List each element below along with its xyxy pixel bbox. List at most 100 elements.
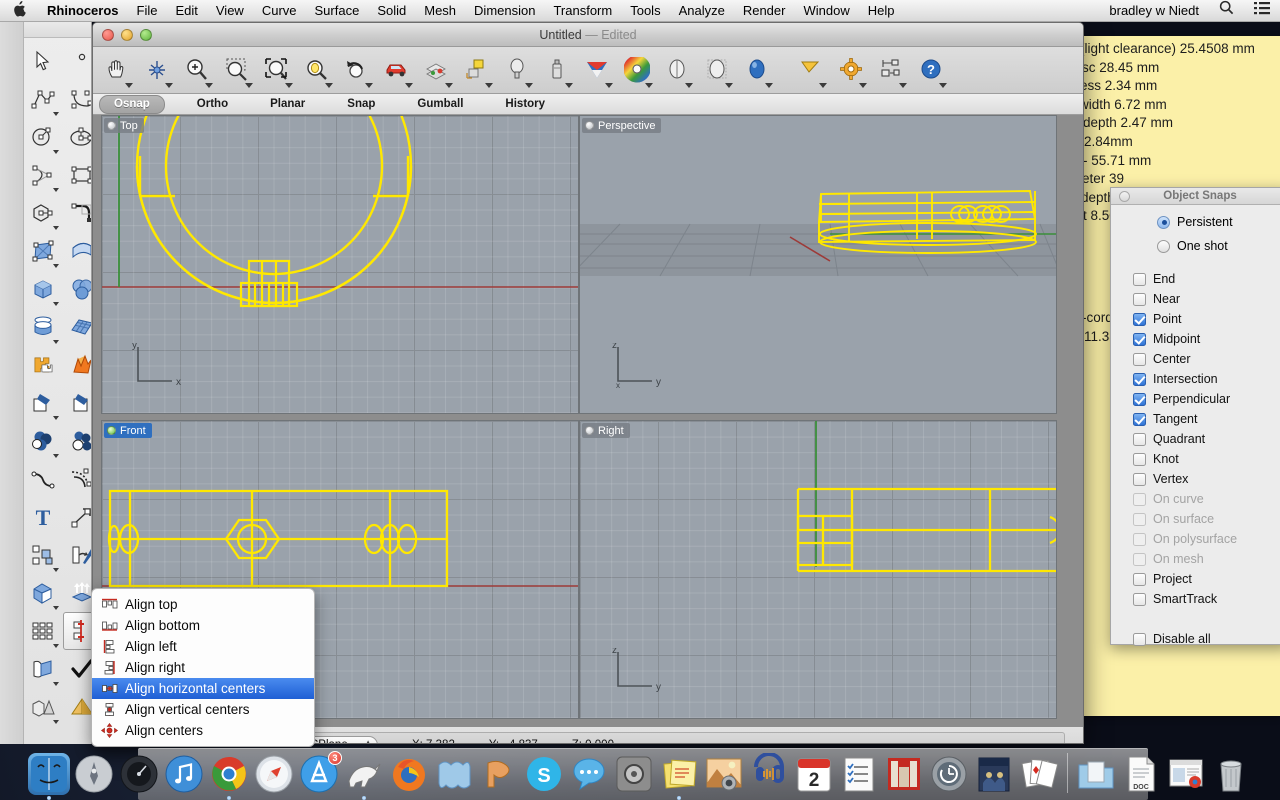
- viewport-tab-right[interactable]: Right: [582, 423, 630, 438]
- zoom-tool[interactable]: [177, 49, 217, 91]
- object-snaps-panel[interactable]: Object Snaps Persistent One shot End Nea…: [1110, 187, 1280, 646]
- flyout-arrow-icon[interactable]: [53, 112, 59, 116]
- osnap-midpoint[interactable]: Midpoint: [1111, 329, 1280, 349]
- solid-edit-tool[interactable]: [24, 574, 62, 612]
- rectangle-tool[interactable]: [63, 156, 91, 194]
- offset-curve-tool[interactable]: [63, 460, 91, 498]
- window-titlebar[interactable]: Untitled — Edited: [93, 23, 1083, 47]
- flyout-arrow-icon[interactable]: [445, 83, 453, 88]
- check-tool[interactable]: [63, 650, 91, 688]
- ellipse-tool[interactable]: [63, 118, 91, 156]
- zoom-dynamic-tool[interactable]: [217, 49, 257, 91]
- flyout-arrow-icon[interactable]: [325, 83, 333, 88]
- checkbox-icon[interactable]: [1133, 472, 1146, 486]
- point-tool[interactable]: [63, 42, 91, 80]
- dock-iphoto[interactable]: [703, 753, 745, 795]
- osnap-knot[interactable]: Knot: [1111, 449, 1280, 469]
- viewport-right[interactable]: Right z y: [579, 420, 1057, 719]
- boolean-difference-tool[interactable]: [63, 422, 91, 460]
- menu-mesh[interactable]: Mesh: [415, 0, 465, 22]
- fillet-curve-tool[interactable]: [63, 194, 91, 232]
- layers-tool[interactable]: [417, 49, 457, 91]
- rotate-view-tool[interactable]: [137, 49, 177, 91]
- checkbox-icon[interactable]: [1133, 632, 1146, 646]
- checkbox-icon[interactable]: [1133, 272, 1146, 286]
- dimension-tool[interactable]: [871, 49, 911, 91]
- flyout-arrow-icon[interactable]: [365, 83, 373, 88]
- dock-skype[interactable]: S: [523, 753, 565, 795]
- dock-firefox[interactable]: [388, 753, 430, 795]
- main-toolbar[interactable]: ?: [93, 47, 1083, 94]
- dock-rhinoceros[interactable]: [343, 753, 385, 800]
- object-snaps-header[interactable]: Object Snaps: [1111, 188, 1280, 205]
- dock-calendar[interactable]: 2: [793, 753, 835, 795]
- osnap-near[interactable]: Near: [1111, 289, 1280, 309]
- select-tool[interactable]: [24, 42, 62, 80]
- checkbox-icon[interactable]: [1133, 432, 1146, 446]
- dock-itunes[interactable]: [163, 753, 205, 795]
- curve-control-points-tool[interactable]: [63, 80, 91, 118]
- shade-tool[interactable]: [657, 49, 697, 91]
- menu-bar-user[interactable]: bradley w Niedt: [1099, 0, 1209, 22]
- osnap-vertex[interactable]: Vertex: [1111, 469, 1280, 489]
- help-tool[interactable]: ?: [911, 49, 951, 91]
- align-context-menu[interactable]: Align top Align bottom Align left Align …: [91, 588, 315, 747]
- osnap-toggle-snap[interactable]: Snap: [337, 96, 385, 113]
- viewport-top[interactable]: Top y x: [101, 115, 579, 414]
- flyout-arrow-icon[interactable]: [245, 83, 253, 88]
- menu-view[interactable]: View: [207, 0, 253, 22]
- cone-box-tool[interactable]: [24, 688, 62, 726]
- flyout-arrow-icon[interactable]: [819, 83, 827, 88]
- dock-items[interactable]: 3 S 2 DOC: [28, 751, 1252, 800]
- osnap-toggle-planar[interactable]: Planar: [260, 96, 315, 113]
- dock-launchpad[interactable]: [73, 753, 115, 795]
- dock-app-store[interactable]: 3: [298, 751, 342, 795]
- split-tool[interactable]: [63, 384, 91, 422]
- checkbox-icon[interactable]: [1133, 312, 1146, 326]
- flyout-arrow-icon[interactable]: [53, 150, 59, 154]
- polyline-tool[interactable]: [24, 80, 62, 118]
- macos-dock[interactable]: 3 S 2 DOC: [0, 742, 1280, 800]
- unroll-tool[interactable]: [24, 650, 62, 688]
- options-tool[interactable]: [831, 49, 871, 91]
- flyout-arrow-icon[interactable]: [165, 83, 173, 88]
- checkbox-icon[interactable]: [1133, 352, 1146, 366]
- flyout-arrow-icon[interactable]: [285, 83, 293, 88]
- menu-transform[interactable]: Transform: [544, 0, 621, 22]
- osnap-center[interactable]: Center: [1111, 349, 1280, 369]
- rendered-tool[interactable]: [737, 49, 777, 91]
- puzzle-boolean-tool[interactable]: [24, 346, 62, 384]
- menu-analyze[interactable]: Analyze: [670, 0, 734, 22]
- menu-item-align-left[interactable]: Align left: [92, 636, 314, 657]
- flyout-arrow-icon[interactable]: [53, 340, 59, 344]
- explode-tool[interactable]: [63, 346, 91, 384]
- checkbox-icon[interactable]: [1133, 292, 1146, 306]
- dock-safari[interactable]: [253, 753, 295, 795]
- osnap-point[interactable]: Point: [1111, 309, 1280, 329]
- menu-surface[interactable]: Surface: [306, 0, 369, 22]
- menu-item-align-centers[interactable]: Align centers: [92, 720, 314, 741]
- osnap-toggle-osnap[interactable]: Osnap: [99, 94, 165, 114]
- dock-trash[interactable]: [1210, 753, 1252, 795]
- checkbox-icon[interactable]: [1133, 452, 1146, 466]
- menu-dimension[interactable]: Dimension: [465, 0, 544, 22]
- flyout-arrow-icon[interactable]: [53, 454, 59, 458]
- viewport-tab-front[interactable]: Front: [104, 423, 152, 438]
- osnap-project[interactable]: Project: [1111, 569, 1280, 589]
- scale-tool[interactable]: [24, 536, 62, 574]
- spheres-tool[interactable]: [63, 270, 91, 308]
- menu-app-name[interactable]: Rhinoceros: [38, 0, 128, 22]
- dock-movie-poster[interactable]: [973, 753, 1015, 795]
- zoom-selected-tool[interactable]: [297, 49, 337, 91]
- flyout-arrow-icon[interactable]: [605, 83, 613, 88]
- macos-menu-bar[interactable]: Rhinoceros File Edit View Curve Surface …: [0, 0, 1280, 22]
- menu-file[interactable]: File: [128, 0, 167, 22]
- osnap-mode-one-shot[interactable]: One shot: [1111, 234, 1280, 258]
- material-tool[interactable]: [577, 49, 617, 91]
- flyout-arrow-icon[interactable]: [859, 83, 867, 88]
- blend-curve-tool[interactable]: [24, 460, 62, 498]
- menu-item-align-vertical-centers[interactable]: Align vertical centers: [92, 699, 314, 720]
- menu-window[interactable]: Window: [794, 0, 858, 22]
- cylinder-tool[interactable]: [24, 308, 62, 346]
- osnap-toggle-gumball[interactable]: Gumball: [407, 96, 473, 113]
